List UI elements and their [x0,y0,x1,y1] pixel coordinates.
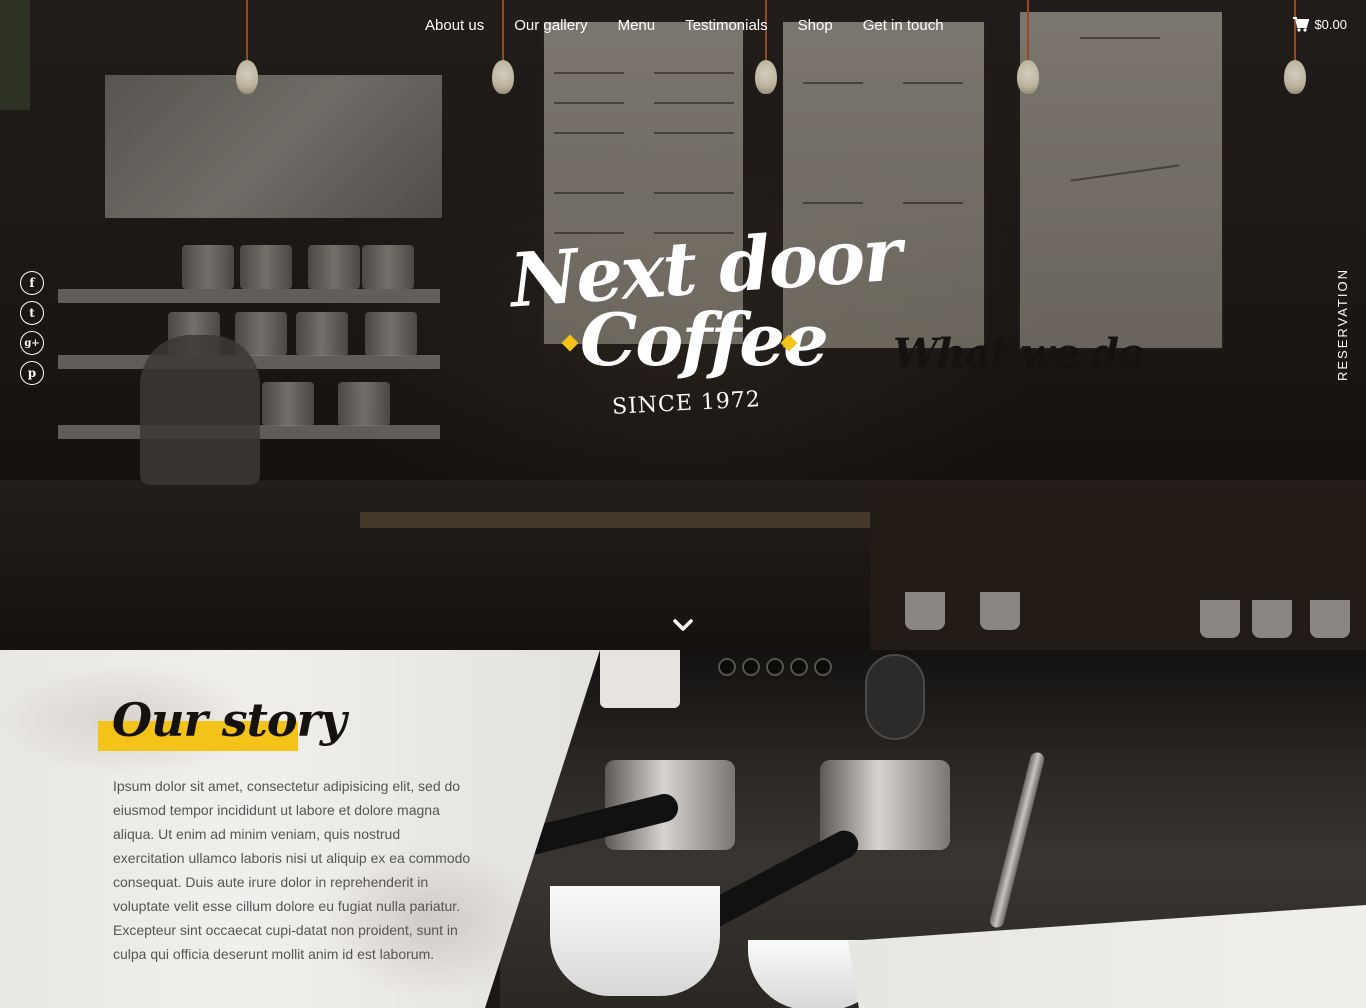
twitter-icon[interactable]: t [20,301,44,325]
nav-about-us[interactable]: About us [425,17,484,34]
reservation-tab[interactable]: RESERVATION [1335,268,1350,381]
story-text: Ipsum dolor sit amet, consectetur adipis… [113,778,471,962]
social-links: f t g+ p [20,271,44,385]
facebook-icon[interactable]: f [20,271,44,295]
chevron-down-icon[interactable] [672,614,694,636]
nav-menu[interactable]: Menu [618,17,656,34]
cart-icon [1293,17,1310,32]
story-heading: Our story [98,693,347,751]
logo-since: SINCE 1972 [611,387,762,420]
machine-display [600,650,680,708]
story-title: Our story [112,693,347,747]
main-nav: About us Our gallery Menu Testimonials S… [425,17,974,34]
nav-shop[interactable]: Shop [798,17,833,34]
machine-knob [865,654,925,740]
nav-our-gallery[interactable]: Our gallery [514,17,587,34]
nav-get-in-touch[interactable]: Get in touch [863,17,944,34]
brand-logo: Next door Coffee SINCE 1972 [500,211,902,435]
what-we-do-title: What we do [893,330,1145,377]
pinterest-icon[interactable]: p [20,361,44,385]
cart-total: $0.00 [1314,17,1347,32]
cart-button[interactable]: $0.00 [1293,17,1347,32]
google-plus-icon[interactable]: g+ [20,331,44,355]
nav-testimonials[interactable]: Testimonials [685,17,768,34]
story-section: Our story Ipsum dolor sit amet, consecte… [0,650,1366,1008]
